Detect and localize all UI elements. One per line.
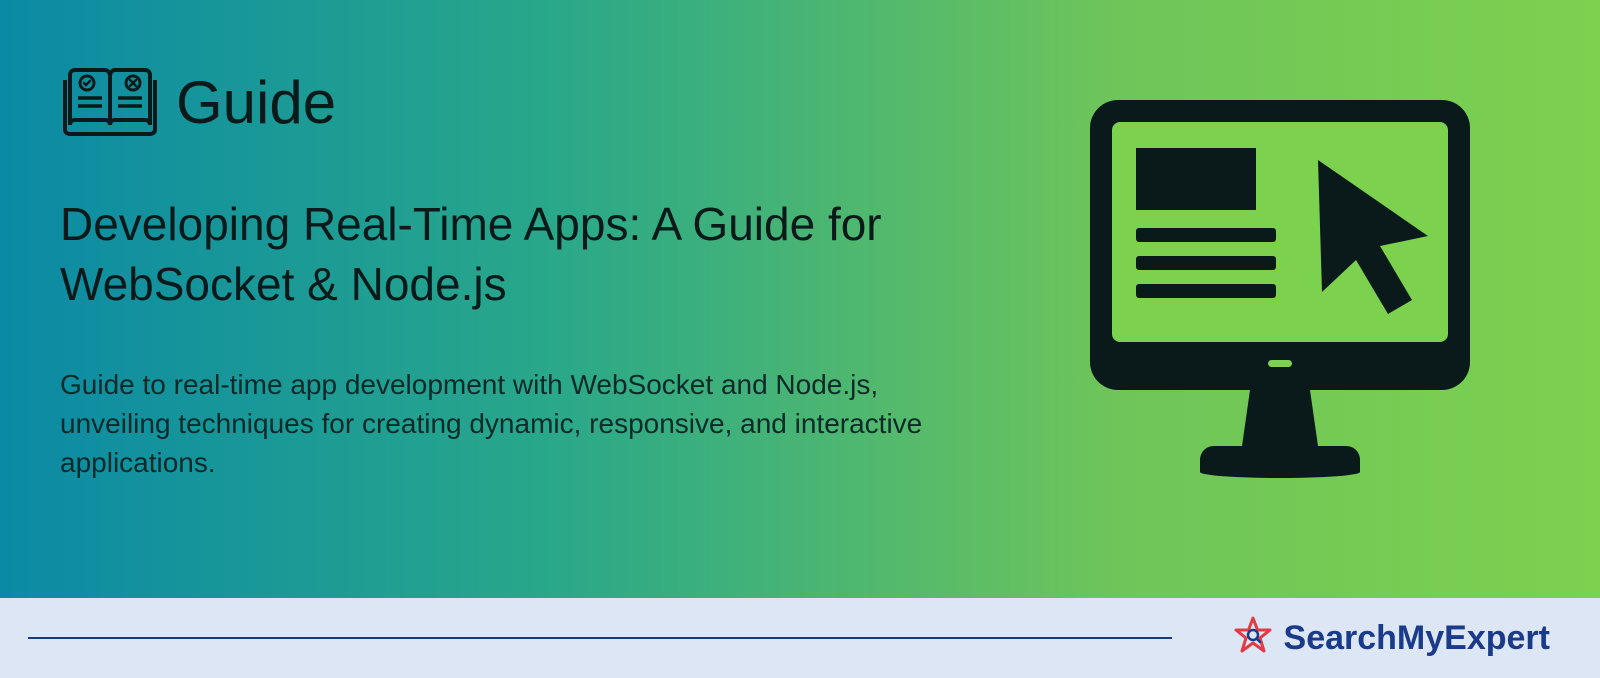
content-area: Guide Developing Real-Time Apps: A Guide… — [60, 60, 960, 482]
guide-book-icon — [60, 60, 160, 145]
page-title: Developing Real-Time Apps: A Guide for W… — [60, 195, 960, 315]
hero-banner: Guide Developing Real-Time Apps: A Guide… — [0, 0, 1600, 598]
brand-logo: SearchMyExpert — [1232, 615, 1550, 662]
page-description: Guide to real-time app development with … — [60, 365, 960, 483]
category-header: Guide — [60, 60, 960, 145]
category-label: Guide — [176, 68, 336, 137]
footer-divider — [28, 637, 1172, 639]
star-icon — [1232, 615, 1274, 662]
monitor-cursor-icon — [1050, 60, 1510, 525]
brand-name: SearchMyExpert — [1284, 619, 1550, 658]
footer-bar: SearchMyExpert — [0, 598, 1600, 678]
